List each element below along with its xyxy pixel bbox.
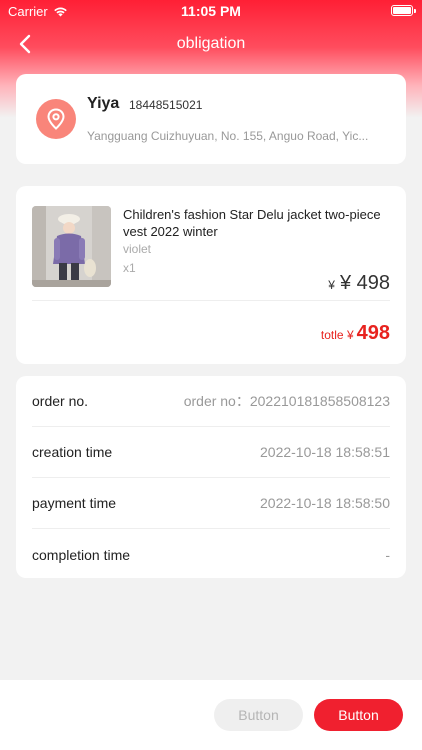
completion-time-row: completion time - [32,529,390,580]
info-label: payment time [32,495,117,511]
product-image[interactable] [32,206,111,287]
total-value: 498 [356,322,390,344]
info-label: order no. [32,393,89,409]
info-value: 2022-10-18 18:58:50 [260,495,390,511]
primary-button[interactable]: Button [314,699,403,731]
price-currency: ¥ [328,278,335,292]
product-card: Children's fashion Star Delu jacket two-… [16,186,406,364]
secondary-button[interactable]: Button [214,699,303,731]
product-photo-illustration [32,206,111,287]
payment-time-row: payment time 2022-10-18 18:58:50 [32,478,390,529]
nav-bar: obligation [0,24,422,64]
location-pin-icon [47,108,65,130]
recipient-phone: 18448515021 [129,98,203,112]
product-name[interactable]: Children's fashion Star Delu jacket two-… [123,206,383,240]
recipient-name: Yiya [87,95,120,112]
bottom-action-bar: Button Button [0,680,422,750]
total-label: totle ¥ [320,328,354,342]
product-quantity: x1 [123,261,136,275]
product-price: ¥ ¥ 498 [328,272,390,295]
creation-time-row: creation time 2022-10-18 18:58:51 [32,427,390,478]
info-value: order no：202210181858508123 [183,393,390,409]
order-info-card: order no. order no：202210181858508123 cr… [16,376,406,578]
info-value: - [385,546,390,563]
page-title: obligation [176,35,246,52]
price-value: ¥ 498 [339,272,390,294]
recipient-address: Yangguang Cuizhuyuan, No. 155, Anguo Roa… [87,129,369,143]
order-total: totle ¥ 498 [321,322,390,345]
info-label: completion time [32,546,131,563]
order-number-row: order no. order no：202210181858508123 [32,376,390,427]
address-card[interactable]: Yiya 18448515021 Yangguang Cuizhuyuan, N… [16,74,406,164]
info-value: 2022-10-18 18:58:51 [260,444,390,460]
location-badge [36,99,76,139]
status-time: 11:05 PM [181,3,241,19]
info-label: creation time [32,444,113,460]
battery-icon [391,5,416,16]
status-bar: Carrier 11:05 PM [0,0,422,24]
divider [32,300,390,301]
product-variant: violet [123,242,152,256]
